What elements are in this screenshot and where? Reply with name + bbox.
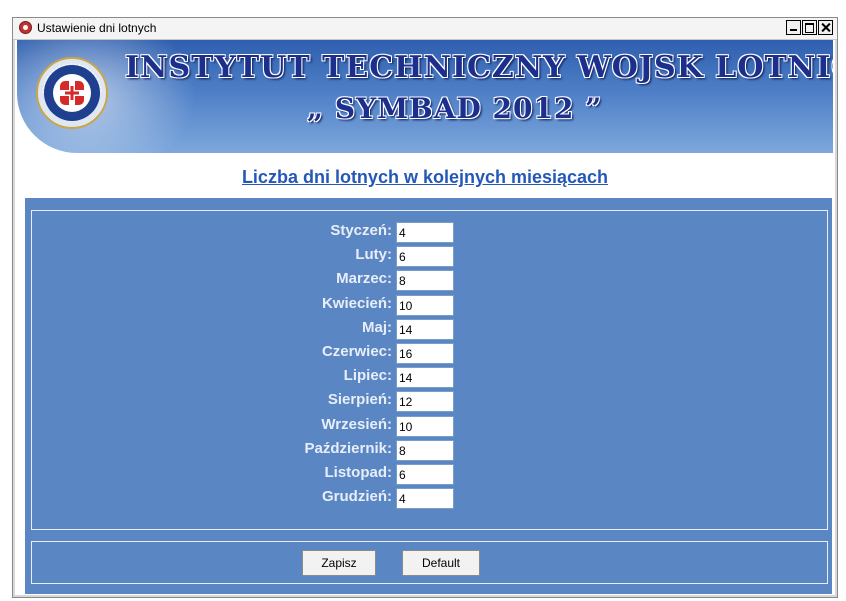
- month-label-october: Październik:: [304, 439, 392, 457]
- month-label-january: Styczeń:: [330, 222, 392, 239]
- month-input-february[interactable]: 6: [396, 246, 454, 268]
- page-heading: Liczba dni lotnych w kolejnych miesiącac…: [241, 167, 609, 187]
- month-input-september[interactable]: 10: [396, 415, 454, 437]
- month-input-march[interactable]: 8: [396, 270, 454, 292]
- month-row-november: Listopad: 6: [32, 463, 829, 485]
- month-label-august: Sierpień:: [327, 391, 392, 409]
- header-banner: INSTYTUT TECHNICZNY WOJSK LOTNICZYCH „ S…: [17, 40, 833, 153]
- month-label-february: Luty:: [355, 246, 392, 264]
- month-input-november[interactable]: 6: [396, 464, 454, 485]
- month-row-may: Maj: 14: [32, 318, 829, 340]
- institute-emblem-icon: [36, 57, 108, 129]
- maximize-button[interactable]: [802, 20, 817, 35]
- month-input-august[interactable]: 12: [396, 391, 454, 413]
- default-button[interactable]: Default: [402, 550, 480, 576]
- month-input-april[interactable]: 10: [396, 294, 454, 316]
- month-label-april: Kwiecień:: [321, 294, 392, 312]
- month-row-april: Kwiecień: 10: [32, 294, 829, 316]
- months-form: Styczeń: 4 Luty: 6 Marzec: 8 Kwiecień: 10 Maj: 14…: [31, 210, 828, 530]
- month-row-september: Wrzesień: 10: [32, 415, 829, 437]
- month-label-may: Maj:: [362, 318, 392, 336]
- banner-subtitle: „ SYMBAD 2012 ”: [307, 92, 603, 125]
- month-row-july: Lipiec: 14: [32, 366, 829, 389]
- month-row-august: Sierpień: 12: [32, 390, 829, 413]
- month-row-december: Grudzień: 4: [32, 487, 829, 510]
- month-input-july[interactable]: 14: [396, 367, 454, 389]
- app-icon[interactable]: [19, 21, 32, 34]
- month-label-march: Marzec:: [336, 270, 392, 288]
- month-label-december: Grudzień:: [322, 488, 392, 506]
- month-input-may[interactable]: 14: [396, 318, 454, 340]
- banner-title: INSTYTUT TECHNICZNY WOJSK LOTNICZYCH: [125, 50, 833, 85]
- month-label-july: Lipiec:: [343, 367, 392, 385]
- client-area: INSTYTUT TECHNICZNY WOJSK LOTNICZYCH „ S…: [15, 40, 835, 595]
- month-row-january: Styczeń: 4: [32, 221, 829, 243]
- minimize-button[interactable]: [786, 20, 801, 35]
- month-row-march: Marzec: 8: [32, 269, 829, 292]
- save-button[interactable]: Zapisz: [302, 550, 376, 576]
- title-bar[interactable]: Ustawienie dni lotnych: [13, 18, 837, 40]
- close-button[interactable]: [818, 20, 833, 35]
- month-row-february: Luty: 6: [32, 245, 829, 268]
- settings-panel: Styczeń: 4 Luty: 6 Marzec: 8 Kwiecień: 10 Maj: 14…: [25, 198, 832, 594]
- window-title: Ustawienie dni lotnych: [37, 21, 157, 35]
- month-label-june: Czerwiec:: [321, 343, 392, 360]
- month-row-june: Czerwiec: 16: [32, 342, 829, 364]
- button-bar: Zapisz Default: [31, 541, 828, 584]
- month-input-january[interactable]: 4: [396, 222, 454, 243]
- month-row-october: Październik: 8: [32, 439, 829, 461]
- month-label-september: Wrzesień:: [321, 415, 392, 433]
- window-controls: [786, 20, 833, 35]
- month-input-june[interactable]: 16: [396, 343, 454, 364]
- app-window: Ustawienie dni lotnych INSTYTUT TECHNICZ…: [12, 17, 838, 598]
- month-label-november: Listopad:: [324, 464, 393, 481]
- month-input-december[interactable]: 4: [396, 488, 454, 510]
- month-input-october[interactable]: 8: [396, 439, 454, 461]
